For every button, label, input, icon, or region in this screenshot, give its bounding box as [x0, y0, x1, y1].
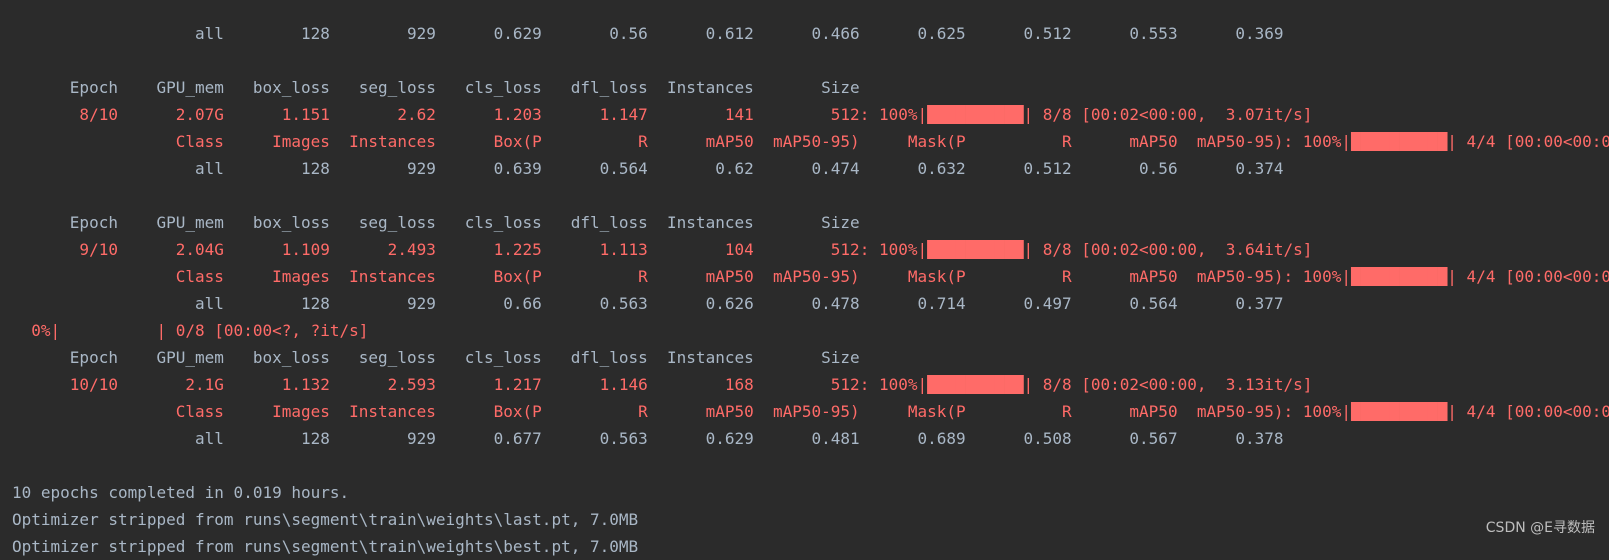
terminal-line: Optimizer stripped from runs\segment\tra… [12, 510, 639, 529]
terminal-line: Epoch GPU_mem box_loss seg_loss cls_loss… [12, 213, 860, 232]
terminal-line: Class Images Instances Box(P R mAP50 mAP… [12, 267, 1609, 286]
terminal-line: Class Images Instances Box(P R mAP50 mAP… [12, 402, 1609, 421]
terminal-line: 9/10 2.04G 1.109 2.493 1.225 1.113 104 5… [12, 240, 1313, 259]
terminal-line: 10 epochs completed in 0.019 hours. [12, 483, 350, 502]
terminal-line: all 128 929 0.629 0.56 0.612 0.466 0.625… [12, 24, 1284, 43]
terminal-line: Epoch GPU_mem box_loss seg_loss cls_loss… [12, 78, 860, 97]
terminal-line: 8/10 2.07G 1.151 2.62 1.203 1.147 141 51… [12, 105, 1313, 124]
terminal-line: 0%| | 0/8 [00:00<?, ?it/s] [12, 321, 369, 340]
terminal-line: all 128 929 0.639 0.564 0.62 0.474 0.632… [12, 159, 1284, 178]
terminal-line: Class Images Instances Box(P R mAP50 mAP… [12, 132, 1609, 151]
terminal-line: 10/10 2.1G 1.132 2.593 1.217 1.146 168 5… [12, 375, 1313, 394]
terminal-line: all 128 929 0.677 0.563 0.629 0.481 0.68… [12, 429, 1284, 448]
watermark: CSDN @E寻数据 [1485, 520, 1595, 536]
terminal-output: all 128 929 0.629 0.56 0.612 0.466 0.625… [12, 0, 1609, 560]
terminal-line: Epoch GPU_mem box_loss seg_loss cls_loss… [12, 348, 860, 367]
terminal-line: all 128 929 0.66 0.563 0.626 0.478 0.714… [12, 294, 1284, 313]
